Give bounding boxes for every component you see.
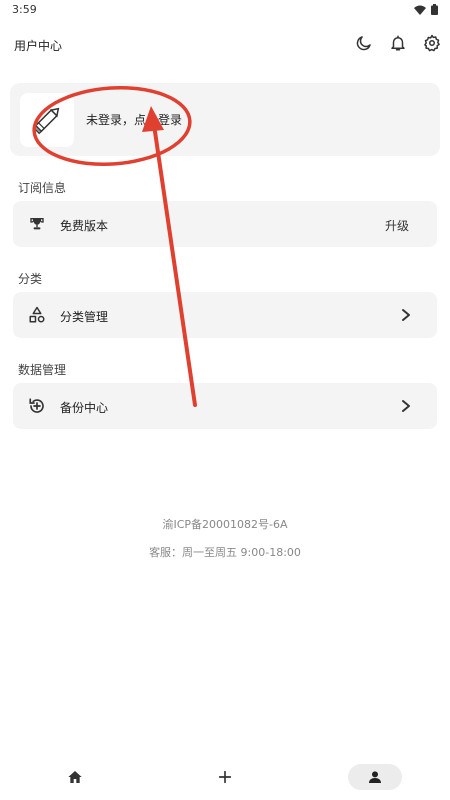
user-icon (369, 771, 381, 783)
bell-icon[interactable] (388, 32, 408, 54)
status-bar: 3:59 (0, 0, 450, 22)
backup-center-label: 备份中心 (60, 401, 109, 415)
category-management-row[interactable]: 分类管理 (13, 292, 437, 338)
section-title-category: 分类 (18, 272, 43, 286)
chevron-right-icon (402, 309, 410, 321)
status-time: 3:59 (12, 3, 37, 16)
plus-icon (218, 770, 232, 784)
category-management-label: 分类管理 (60, 310, 109, 324)
backup-icon (27, 396, 47, 416)
page-title: 用户中心 (14, 39, 63, 53)
home-icon (68, 771, 82, 783)
user-login-card[interactable]: 未登录，点击登录 (10, 83, 440, 156)
backup-center-row[interactable]: 备份中心 (13, 383, 437, 429)
avatar (20, 93, 74, 147)
icp-text: 渝ICP备20001082号-6A (162, 518, 288, 531)
section-title-data-management: 数据管理 (18, 363, 67, 377)
bottom-nav (0, 758, 450, 798)
shapes-icon (27, 305, 47, 325)
section-title-subscription: 订阅信息 (18, 181, 67, 195)
login-prompt[interactable]: 未登录，点击登录 (86, 111, 182, 128)
wifi-icon (414, 5, 426, 15)
nav-home[interactable] (48, 764, 102, 790)
subscription-row[interactable]: 免费版本 升级 (13, 201, 437, 247)
trophy-icon (27, 214, 47, 234)
gear-icon[interactable] (422, 32, 442, 54)
upgrade-button[interactable]: 升级 (385, 217, 409, 234)
nav-add[interactable] (198, 764, 252, 790)
nav-profile[interactable] (348, 764, 402, 790)
service-hours-text: 客服：周一至周五 9:00-18:00 (149, 546, 301, 559)
battery-icon (431, 4, 438, 15)
moon-icon[interactable] (354, 32, 374, 54)
annotation-arrow-line (151, 116, 197, 407)
chevron-right-icon (402, 400, 410, 412)
pencil-icon (32, 107, 60, 135)
header: 用户中心 (0, 30, 450, 60)
subscription-label: 免费版本 (60, 219, 109, 233)
